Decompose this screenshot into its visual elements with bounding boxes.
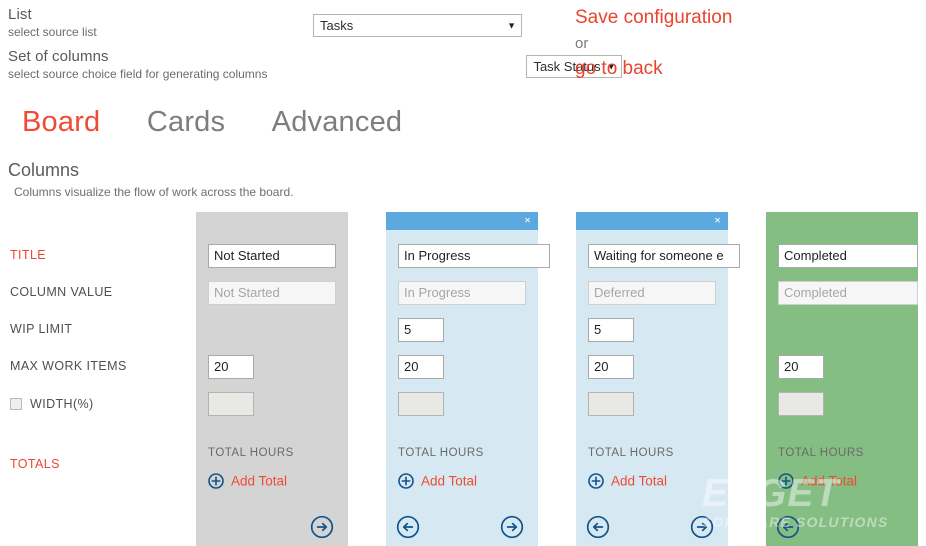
- column-header-bar: ×: [576, 212, 728, 230]
- previous-column-button[interactable]: [396, 515, 420, 539]
- previous-column-button[interactable]: [586, 515, 610, 539]
- chevron-down-icon: ▼: [507, 20, 516, 30]
- previous-column-button[interactable]: [776, 515, 800, 539]
- add-total-button[interactable]: Add Total: [398, 472, 477, 490]
- total-hours-label: TOTAL HOURS: [778, 447, 864, 459]
- add-total-label: Add Total: [421, 473, 478, 489]
- column-max-work-items-input[interactable]: 20: [588, 355, 634, 379]
- list-sublabel: select source list: [8, 25, 97, 39]
- column-title-input[interactable]: In Progress: [398, 244, 550, 268]
- save-actions: Save configuration or go to back: [575, 5, 732, 82]
- add-total-button[interactable]: Add Total: [208, 472, 287, 490]
- list-label: List: [8, 6, 32, 23]
- column-title-input[interactable]: Waiting for someone e: [588, 244, 740, 268]
- plus-circle-icon: [588, 472, 604, 489]
- row-label-title: TITLE: [10, 248, 47, 262]
- tab-bar: Board Cards Advanced: [22, 106, 444, 139]
- tab-cards[interactable]: Cards: [147, 106, 225, 139]
- go-to-back-link[interactable]: go to back: [575, 56, 732, 82]
- column-title-input[interactable]: Completed: [778, 244, 918, 268]
- column-value-input[interactable]: In Progress: [398, 281, 526, 305]
- column-max-work-items-input[interactable]: 20: [208, 355, 254, 379]
- set-of-columns-sublabel: select source choice field for generatin…: [8, 67, 268, 81]
- source-list-value: Tasks: [320, 18, 354, 33]
- save-configuration-link[interactable]: Save configuration: [575, 5, 732, 31]
- column-value-input[interactable]: Deferred: [588, 281, 716, 305]
- add-total-label: Add Total: [611, 473, 668, 489]
- row-label-column-value: COLUMN VALUE: [10, 285, 113, 299]
- column-card-not-started: Not Started Not Started 20 TOTAL HOURS A…: [196, 212, 348, 546]
- column-header-bar: ×: [386, 212, 538, 230]
- close-icon[interactable]: ×: [524, 213, 531, 228]
- tab-board[interactable]: Board: [22, 106, 100, 139]
- row-label-max-work-items: MAX WORK ITEMS: [10, 359, 127, 373]
- tab-advanced[interactable]: Advanced: [272, 106, 403, 139]
- row-label-wip-limit: WIP LIMIT: [10, 322, 73, 336]
- next-column-button[interactable]: [690, 515, 714, 539]
- column-width-input[interactable]: [208, 392, 254, 416]
- columns-board: TITLE COLUMN VALUE WIP LIMIT MAX WORK IT…: [0, 212, 926, 546]
- column-max-work-items-input[interactable]: 20: [778, 355, 824, 379]
- column-width-input[interactable]: [398, 392, 444, 416]
- column-width-input[interactable]: [778, 392, 824, 416]
- next-column-button[interactable]: [310, 515, 334, 539]
- column-width-input[interactable]: [588, 392, 634, 416]
- plus-circle-icon: [398, 472, 414, 489]
- column-wip-limit-input[interactable]: 5: [398, 318, 444, 342]
- row-label-totals: TOTALS: [10, 457, 60, 471]
- width-checkbox[interactable]: [10, 398, 22, 410]
- add-total-label: Add Total: [231, 473, 288, 489]
- total-hours-label: TOTAL HOURS: [208, 447, 294, 459]
- column-card-waiting: × Waiting for someone e Deferred 5 20 TO…: [576, 212, 740, 546]
- next-column-button[interactable]: [500, 515, 524, 539]
- total-hours-label: TOTAL HOURS: [588, 447, 674, 459]
- column-title-input[interactable]: Not Started: [208, 244, 336, 268]
- set-of-columns-label: Set of columns: [8, 48, 109, 65]
- column-card-completed: Completed Completed 20 TOTAL HOURS Add T…: [766, 212, 918, 546]
- column-value-input[interactable]: Not Started: [208, 281, 336, 305]
- column-max-work-items-input[interactable]: 20: [398, 355, 444, 379]
- or-separator: or: [575, 35, 589, 52]
- section-title: Columns: [8, 160, 80, 180]
- column-card-in-progress: × In Progress In Progress 5 20 TOTAL HOU…: [386, 212, 550, 546]
- section-subtitle: Columns visualize the flow of work acros…: [14, 185, 294, 199]
- columns-field-group: Set of columns select source choice fiel…: [8, 48, 267, 81]
- plus-circle-icon: [208, 472, 224, 489]
- column-value-input[interactable]: Completed: [778, 281, 918, 305]
- column-wip-limit-input[interactable]: 5: [588, 318, 634, 342]
- source-list-select[interactable]: Tasks ▼: [313, 14, 522, 37]
- add-total-button[interactable]: Add Total: [778, 472, 857, 490]
- row-label-column: TITLE COLUMN VALUE WIP LIMIT MAX WORK IT…: [0, 212, 196, 546]
- row-label-width: WIDTH(%): [10, 397, 94, 411]
- plus-circle-icon: [778, 472, 794, 489]
- add-total-button[interactable]: Add Total: [588, 472, 667, 490]
- total-hours-label: TOTAL HOURS: [398, 447, 484, 459]
- row-label-width-text: WIDTH(%): [30, 397, 94, 411]
- add-total-label: Add Total: [801, 473, 858, 489]
- page-root: List select source list Tasks ▼ Set of c…: [0, 0, 926, 546]
- close-icon[interactable]: ×: [714, 213, 721, 228]
- list-field-group: List select source list: [8, 6, 97, 39]
